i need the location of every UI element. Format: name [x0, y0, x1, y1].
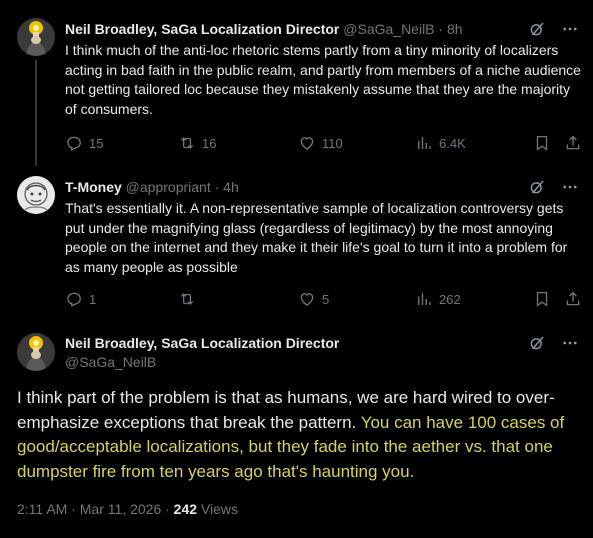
share-button[interactable] — [564, 290, 582, 308]
tweet-text: That's essentially it. A non-representat… — [65, 200, 568, 275]
like-icon — [298, 290, 316, 308]
views-icon — [415, 290, 433, 308]
more-icon[interactable] — [561, 20, 579, 43]
grok-icon[interactable] — [528, 334, 546, 357]
avatar[interactable] — [17, 176, 55, 214]
tweet-text: I think much of the anti-loc rhetoric st… — [65, 42, 581, 117]
repost-button[interactable]: 16 — [178, 134, 216, 152]
action-bar: 15 16 110 6.4K — [65, 134, 585, 154]
author-name[interactable]: Neil Broadley, SaGa Localization Directo… — [65, 21, 339, 37]
share-icon — [564, 290, 582, 308]
separator: · — [214, 179, 220, 195]
reply-count: 1 — [89, 291, 97, 307]
like-count: 110 — [322, 135, 343, 151]
tweet-header: Neil Broadley, SaGa Localization Directo… — [65, 20, 463, 38]
more-icon[interactable] — [561, 334, 579, 357]
views-label: Views — [200, 501, 239, 517]
views-icon — [415, 134, 433, 152]
like-button[interactable]: 110 — [298, 134, 343, 152]
repost-count: 16 — [202, 135, 217, 151]
view-count: 262 — [439, 291, 461, 307]
tweet-top-icons — [528, 20, 579, 43]
bookmark-button[interactable] — [533, 290, 551, 308]
more-icon[interactable] — [561, 178, 579, 201]
view-count: 6.4K — [439, 135, 466, 151]
tweet-header: T-Money @appropriant · 4h — [65, 178, 239, 196]
tweet-top-icons — [528, 178, 579, 201]
action-bar: 1 5 262 — [65, 290, 585, 310]
views-count: 242 — [173, 501, 198, 517]
tweet-time[interactable]: 8h — [447, 21, 463, 37]
author-name[interactable]: Neil Broadley, SaGa Localization Directo… — [65, 334, 339, 352]
avatar[interactable] — [17, 333, 55, 371]
views-button[interactable]: 262 — [415, 290, 461, 308]
share-button[interactable] — [564, 134, 582, 152]
reply-count: 15 — [89, 135, 104, 151]
author-name[interactable]: T-Money — [65, 179, 122, 195]
separator: · — [438, 21, 444, 37]
like-icon — [298, 134, 316, 152]
avatar[interactable] — [17, 18, 55, 56]
bookmark-icon — [533, 134, 551, 152]
tweet-top-icons — [528, 334, 579, 357]
tweet-timestamp[interactable]: 2:11 AM · Mar 11, 2026 · — [17, 501, 174, 517]
reply-icon — [65, 290, 83, 308]
grok-icon[interactable] — [528, 20, 546, 43]
thread-connector-line — [35, 60, 37, 166]
bookmark-button[interactable] — [533, 134, 551, 152]
grok-icon[interactable] — [528, 178, 546, 201]
like-count: 5 — [322, 291, 330, 307]
repost-icon — [178, 134, 196, 152]
repost-icon — [178, 290, 196, 308]
tweet-meta: 2:11 AM · Mar 11, 2026 · 242 Views — [17, 501, 238, 517]
tweet-1[interactable]: Neil Broadley, SaGa Localization Directo… — [0, 0, 593, 166]
reply-button[interactable]: 1 — [65, 290, 96, 308]
repost-button[interactable] — [178, 290, 202, 308]
reply-button[interactable]: 15 — [65, 134, 103, 152]
tweet-2[interactable]: T-Money @appropriant · 4h That's essenti… — [0, 166, 593, 318]
tweet-time[interactable]: 4h — [223, 179, 239, 195]
reply-icon — [65, 134, 83, 152]
views-button[interactable]: 6.4K — [415, 134, 466, 152]
author-handle[interactable]: @SaGa_NeilB — [343, 21, 434, 37]
like-button[interactable]: 5 — [298, 290, 329, 308]
bookmark-icon — [533, 290, 551, 308]
author-handle[interactable]: @SaGa_NeilB — [65, 353, 156, 371]
author-handle[interactable]: @appropriant — [126, 179, 211, 195]
main-tweet-text: I think part of the problem is that as h… — [17, 386, 587, 484]
share-icon — [564, 134, 582, 152]
